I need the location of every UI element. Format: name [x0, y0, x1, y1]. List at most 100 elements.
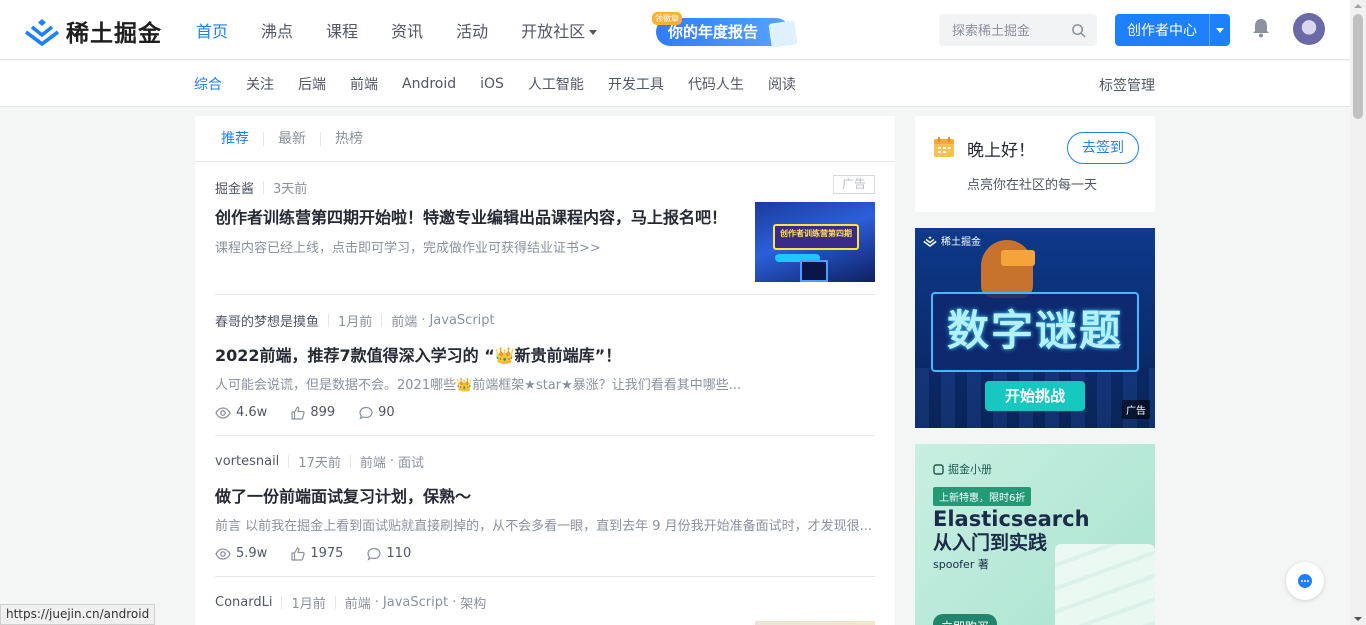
- view-count-value: 5.9w: [236, 546, 268, 561]
- book-title: Elasticsearch: [933, 507, 1090, 531]
- tag-ai[interactable]: 人工智能: [528, 74, 584, 94]
- like-count: 1975: [310, 546, 344, 561]
- like-button[interactable]: 1975: [291, 546, 343, 561]
- entry-meta: ConardLi 1月前 前端 · JavaScript · 架构: [215, 593, 486, 612]
- creator-center-button[interactable]: 创作者中心: [1115, 14, 1230, 46]
- entry-tag[interactable]: 前端: [345, 593, 371, 612]
- creator-center-label: 创作者中心: [1127, 23, 1197, 39]
- post-time: 1月前: [291, 597, 326, 612]
- entry-title[interactable]: 创作者训练营第四期开始啦！特邀专业编辑出品课程内容，马上报名吧！: [215, 204, 735, 228]
- signin-button[interactable]: 去签到: [1067, 132, 1139, 164]
- greeting-text: 晚上好！: [967, 141, 1035, 161]
- thumbnail-banner-text: 创作者训练营第四期: [773, 224, 859, 250]
- tab-hot[interactable]: 热榜: [335, 132, 377, 146]
- entry-tag[interactable]: JavaScript: [383, 595, 448, 610]
- tag-manage-link[interactable]: 标签管理: [1099, 75, 1155, 95]
- signin-card: 晚上好！ 点亮你在社区的每一天 去签到: [915, 116, 1155, 212]
- ad-brand: 掘金小册: [933, 461, 992, 477]
- entry-thumbnail[interactable]: 创作者训练营第四期: [755, 202, 875, 282]
- list-item[interactable]: vortesnail 17天前 前端 · 面试 做了一份前端面试复习计划，保熟～…: [215, 436, 875, 577]
- search-box: [939, 14, 1097, 46]
- buy-button[interactable]: 立即购买: [933, 614, 998, 625]
- ad-cta-button[interactable]: 开始挑战: [985, 381, 1085, 411]
- scrollbar-thumb[interactable]: [1353, 14, 1363, 119]
- entry-tag[interactable]: 架构: [460, 593, 486, 612]
- chat-button[interactable]: [1286, 562, 1324, 600]
- author-name[interactable]: vortesnail: [215, 454, 279, 469]
- thumbnail-decoration: [800, 260, 828, 282]
- nav-news[interactable]: 资讯: [391, 18, 423, 42]
- post-time: 3天前: [273, 182, 308, 197]
- tab-latest[interactable]: 最新: [278, 131, 321, 146]
- tag-code-life[interactable]: 代码人生: [688, 74, 744, 94]
- entry-tag[interactable]: JavaScript: [429, 313, 494, 328]
- bell-icon[interactable]: [1252, 18, 1270, 38]
- year-report-badge: 领徽章: [652, 12, 682, 25]
- author-name[interactable]: 掘金酱: [215, 178, 254, 197]
- search-input[interactable]: [952, 21, 1062, 41]
- comment-button[interactable]: 110: [367, 546, 411, 561]
- creator-dropdown-toggle[interactable]: [1209, 14, 1230, 46]
- post-time: 17天前: [298, 456, 341, 471]
- entry-abstract: 人可能会说谎，但是数据不会。2021哪些👑前端框架★star★暴涨？让我们看看其…: [215, 378, 742, 393]
- view-count: 5.9w: [215, 546, 267, 561]
- comment-count: 90: [378, 405, 395, 420]
- nav-events[interactable]: 活动: [456, 18, 488, 42]
- logo-text: 稀土掘金: [66, 21, 162, 47]
- entry-title[interactable]: 2022前端，推荐7款值得深入学习的 “👑新贵前端库”！: [215, 342, 875, 366]
- booklet-ad-banner[interactable]: 掘金小册 上新特惠，限时6折 Elasticsearch 从入门到实践 spoo…: [915, 444, 1155, 625]
- eye-icon: [215, 406, 231, 419]
- nav-open-community-label: 开放社区: [521, 22, 586, 41]
- tag-dev-tools[interactable]: 开发工具: [608, 74, 664, 94]
- chevron-down-icon: [1216, 27, 1224, 33]
- tag-frontend[interactable]: 前端: [350, 74, 378, 94]
- nav-courses[interactable]: 课程: [326, 18, 358, 42]
- dot-separator: ·: [374, 595, 379, 610]
- dot-separator: ·: [421, 313, 426, 328]
- entry-title[interactable]: 做了一份前端面试复习计划，保熟～: [215, 483, 875, 507]
- tag-following[interactable]: 关注: [246, 74, 274, 94]
- list-item[interactable]: 春哥的梦想是摸鱼 1月前 前端 · JavaScript 2022前端，推荐7款…: [215, 295, 875, 436]
- nav-home[interactable]: 首页: [196, 18, 228, 42]
- entry-actions: 4.6w 899 90: [215, 405, 419, 420]
- dot-separator: ·: [389, 454, 394, 469]
- promo-badge: 上新特惠，限时6折: [933, 487, 1032, 506]
- tag-comprehensive[interactable]: 综合: [194, 74, 222, 94]
- nav-pins[interactable]: 沸点: [261, 18, 293, 42]
- author-name[interactable]: 春哥的梦想是摸鱼: [215, 311, 319, 330]
- booklet-icon: [933, 463, 944, 475]
- divider: [288, 455, 290, 468]
- scroll-up-arrow[interactable]: [1354, 4, 1362, 8]
- tag-ios[interactable]: iOS: [480, 76, 504, 92]
- author-name[interactable]: ConardLi: [215, 595, 272, 610]
- entry-meta: 春哥的梦想是摸鱼 1月前 前端 · JavaScript: [215, 311, 495, 330]
- comment-button[interactable]: 90: [359, 405, 395, 420]
- like-button[interactable]: 899: [291, 405, 335, 420]
- book-illustration: [1055, 544, 1155, 625]
- entry-tag[interactable]: 前端: [391, 311, 417, 330]
- comment-count: 110: [386, 546, 412, 561]
- entry-thumbnail[interactable]: [755, 621, 875, 625]
- entry-tag[interactable]: 面试: [398, 452, 424, 471]
- status-bar-url: https://juejin.cn/android: [0, 604, 156, 625]
- chevron-down-icon: [589, 30, 598, 35]
- logo[interactable]: 稀土掘金: [24, 14, 162, 48]
- search-icon[interactable]: [1071, 23, 1086, 38]
- tag-reading[interactable]: 阅读: [768, 74, 796, 94]
- tag-android[interactable]: Android: [402, 76, 456, 92]
- year-report-banner[interactable]: 你的年度报告 领徽章: [652, 12, 800, 48]
- list-item[interactable]: 掘金酱 3天前 广告 创作者训练营第四期开始啦！特邀专业编辑出品课程内容，马上报…: [215, 162, 875, 295]
- tag-backend[interactable]: 后端: [298, 74, 326, 94]
- list-item[interactable]: ConardLi 1月前 前端 · JavaScript · 架构: [215, 577, 875, 625]
- avatar[interactable]: [1293, 13, 1325, 45]
- divider: [263, 181, 265, 194]
- divider: [334, 596, 336, 609]
- page-scrollbar[interactable]: [1350, 0, 1366, 625]
- entry-tag[interactable]: 前端: [360, 452, 386, 471]
- nav-open-community[interactable]: 开放社区: [521, 18, 598, 42]
- top-header: 稀土掘金 首页 沸点 课程 资讯 活动 开放社区 你的年度报告 领徽章 创作者中…: [0, 0, 1350, 60]
- scroll-down-arrow[interactable]: [1354, 617, 1362, 621]
- article-feed: 推荐 最新 热榜 掘金酱 3天前 广告 创作者训练营第四期开始啦！特邀专业编辑出…: [195, 116, 895, 625]
- puzzle-ad-banner[interactable]: 稀土掘金 数字谜题 开始挑战 广告: [915, 228, 1155, 428]
- tab-recommended[interactable]: 推荐: [221, 131, 264, 146]
